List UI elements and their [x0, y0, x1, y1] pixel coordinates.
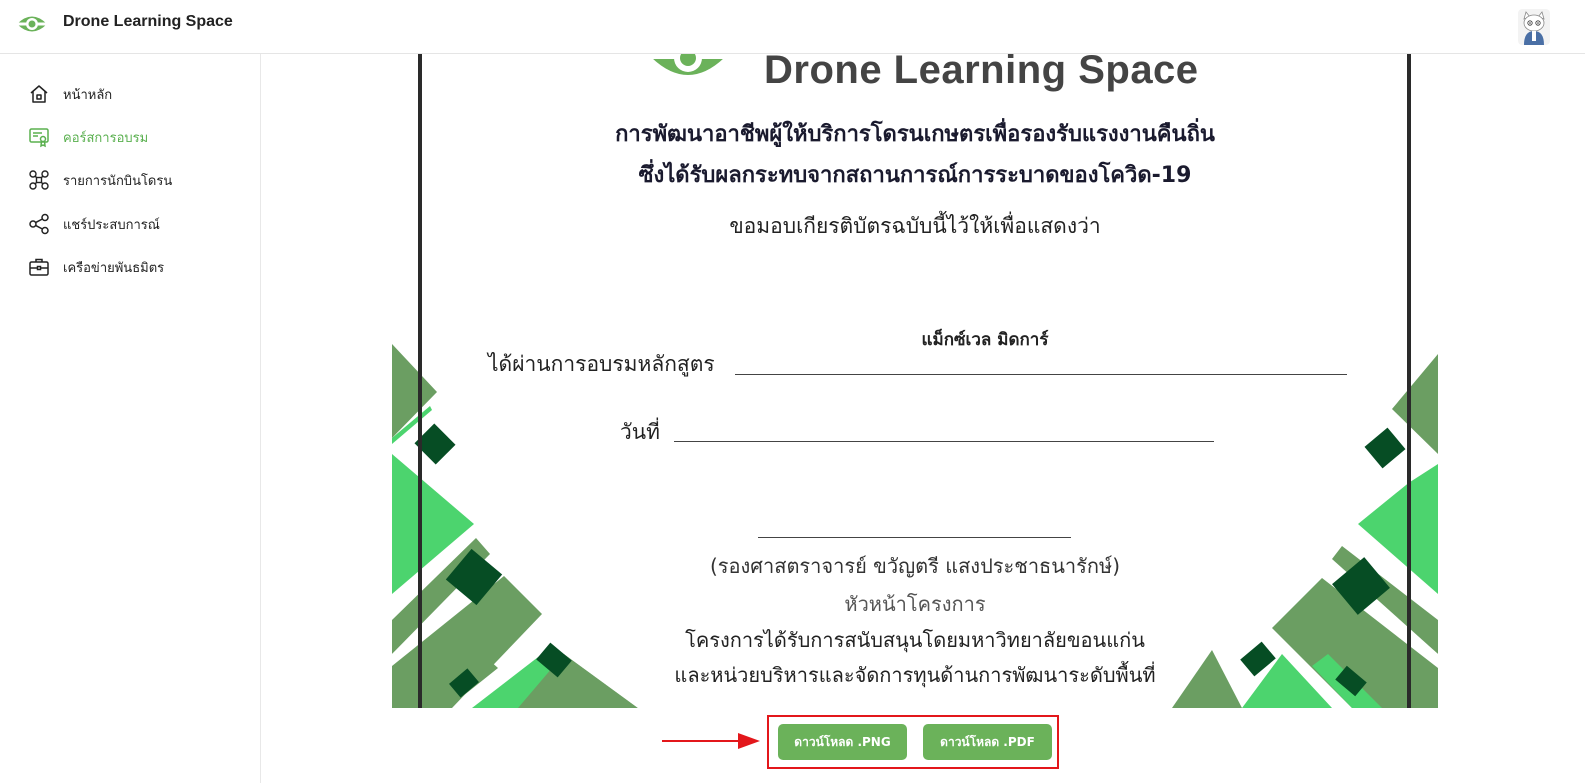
download-pdf-button[interactable]: ดาวน์โหลด .PDF — [923, 724, 1052, 760]
drone-eye-logo-icon — [650, 54, 726, 75]
drone-icon — [29, 170, 49, 190]
course-line — [735, 374, 1347, 375]
briefcase-icon — [29, 258, 49, 276]
signature-line — [758, 537, 1071, 538]
date-line — [674, 441, 1214, 442]
certificate-subtitle: ขอมอบเกียรติบัตรฉบับนี้ไว้ให้เพื่อแสดงว่… — [729, 214, 1101, 238]
share-icon — [29, 213, 49, 235]
signer-name: (รองศาสตราจารย์ ขวัญตรี แสงประชาธนารักษ์… — [709, 554, 1120, 578]
home-icon — [30, 85, 48, 103]
sidebar-item-label: แชร์ประสบการณ์ — [63, 217, 160, 233]
sidebar-item-label: คอร์สการอบรม — [63, 130, 149, 146]
certificate-title-line2: ซึ่งได้รับผลกระทบจากสถานการณ์การระบาดของ… — [638, 163, 1192, 188]
passed-course-label: ได้ผ่านการอบรมหลักสูตร — [488, 352, 715, 376]
top-bar: Drone Learning Space — [0, 0, 1585, 54]
recipient-name: แม็กซ์เวล มิดการ์ — [921, 330, 1049, 350]
date-label: วันที่ — [620, 420, 660, 444]
cat-avatar-icon[interactable] — [1518, 9, 1550, 45]
sidebar-item-courses[interactable]: คอร์สการอบรม — [28, 125, 248, 149]
signer-role: หัวหน้าโครงการ — [844, 592, 986, 616]
certificate-title-line1: การพัฒนาอาชีพผู้ให้บริการโดรนเกษตรเพื่อร… — [615, 122, 1215, 147]
support-line-2: และหน่วยบริหารและจัดการทุนด้านการพัฒนาระ… — [674, 663, 1156, 687]
download-png-button[interactable]: ดาวน์โหลด .PNG — [778, 724, 907, 760]
sidebar-item-label: เครือข่ายพันธมิตร — [63, 260, 165, 276]
sidebar-item-label: หน้าหลัก — [63, 87, 113, 103]
sidebar-item-partners[interactable]: เครือข่ายพันธมิตร — [28, 255, 248, 279]
certificate-preview: Drone Learning Space การพัฒนาอาชีพผู้ให้… — [392, 54, 1438, 708]
sidebar-item-share[interactable]: แชร์ประสบการณ์ — [28, 212, 248, 236]
support-line-1: โครงการได้รับการสนับสนุนโดยมหาวิทยาลัยขอ… — [685, 628, 1145, 652]
sidebar: หน้าหลัก คอร์สการอบรม รายการนักบินโดรน แ… — [0, 54, 261, 783]
drone-eye-logo-icon[interactable] — [16, 11, 48, 37]
sidebar-item-label: รายการนักบินโดรน — [63, 173, 173, 189]
sidebar-item-home[interactable]: หน้าหลัก — [28, 82, 248, 106]
certificate-logo-text: Drone Learning Space — [764, 54, 1199, 92]
brand-name[interactable]: Drone Learning Space — [63, 13, 233, 31]
certificate-icon — [29, 128, 49, 148]
sidebar-item-pilots[interactable]: รายการนักบินโดรน — [28, 168, 248, 192]
arrow-right-icon — [662, 733, 760, 749]
